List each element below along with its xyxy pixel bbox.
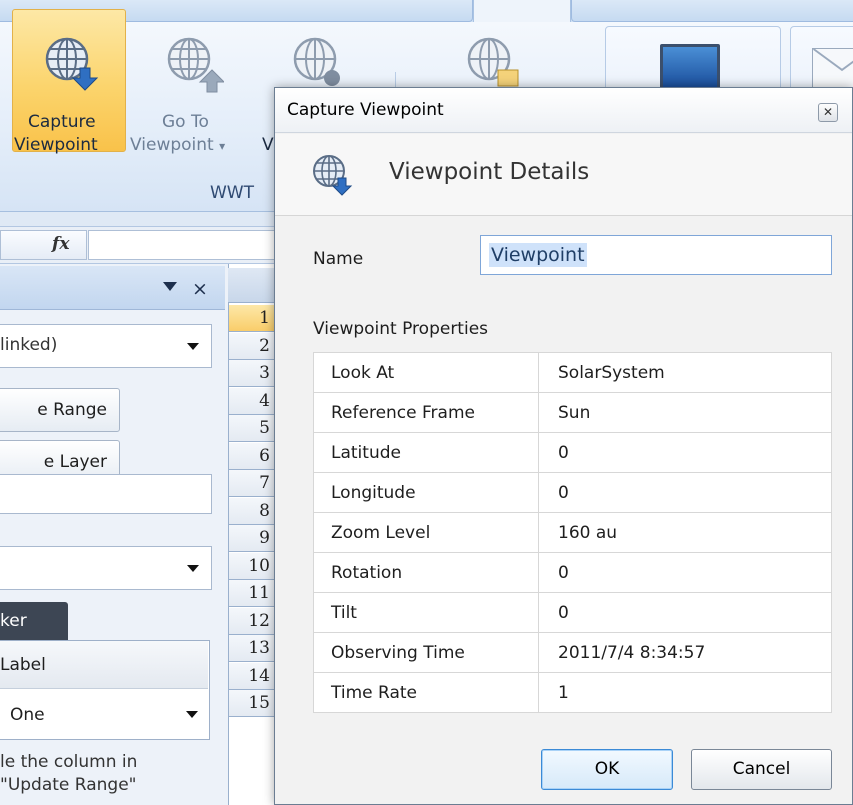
insert-function-icon[interactable]: fx [52,234,69,254]
close-icon[interactable]: × [192,278,208,300]
property-value: 0 [538,472,832,513]
property-value: 160 au [538,512,832,553]
update-range-button[interactable]: e Range [0,388,120,432]
layer-combo[interactable]: linked) [0,324,212,368]
goto-label-line1: Go To [162,112,209,132]
property-value: 0 [538,432,832,473]
table-row: Look At SolarSystem [313,352,832,393]
property-key: Reference Frame [313,392,539,433]
name-input[interactable]: Viewpoint [480,235,832,275]
capture-viewpoint-dialog: Capture Viewpoint ✕ Viewpoint Details Na… [274,87,853,805]
row-header[interactable]: 3 [229,360,275,387]
row-header[interactable]: 15 [229,690,275,717]
property-value: 1 [538,672,832,713]
goto-label-line2: Viewpoint ▾ [130,135,226,155]
globe-goto-icon[interactable] [162,34,224,94]
property-value: SolarSystem [538,352,832,393]
row-header[interactable]: 6 [229,442,275,470]
dropdown-arrow-icon[interactable] [186,711,198,718]
pane-tab-marker[interactable]: ker [0,602,68,640]
table-row: Reference Frame Sun [313,392,832,433]
property-value: 0 [538,592,832,633]
row-header[interactable]: 7 [229,470,275,497]
property-key: Longitude [313,472,539,513]
properties-table: Look At SolarSystem Reference Frame Sun Lati… [313,352,832,713]
table-row: Tilt 0 [313,592,832,633]
row-header[interactable]: 5 [229,415,275,442]
row-header[interactable]: 8 [229,497,275,525]
property-key: Look At [313,352,539,393]
ribbon-group-label: WWT [210,183,255,203]
property-value: 0 [538,552,832,593]
dialog-titlebar[interactable]: Capture Viewpoint ✕ [275,88,852,133]
dialog-header: Viewpoint Details [275,134,852,216]
globe-capture-icon [45,37,99,91]
globe-layer-icon[interactable] [462,34,524,94]
property-key: Time Rate [313,672,539,713]
property-value: 2011/7/4 8:34:57 [538,632,832,673]
dropdown-arrow-icon [187,343,199,350]
cancel-button[interactable]: Cancel [691,749,832,790]
grid-header: Label [0,641,208,689]
hint-text-line1: le the column in [0,752,138,772]
name-box[interactable] [0,230,87,260]
table-row: Longitude 0 [313,472,832,513]
table-row: Rotation 0 [313,552,832,593]
globe-settings-icon[interactable] [288,34,350,94]
property-key: Tilt [313,592,539,633]
row-header[interactable]: 12 [229,607,275,635]
name-input-value: Viewpoint [489,243,587,267]
partial-ribbon-label: V [262,135,274,155]
dialog-title: Capture Viewpoint [287,100,444,120]
property-key: Latitude [313,432,539,473]
ok-button[interactable]: OK [541,749,673,790]
row-header[interactable]: 11 [229,580,275,607]
capture-label-line2: Viewpoint [14,135,98,155]
name-label: Name [313,249,364,269]
close-button[interactable]: ✕ [818,103,838,122]
globe-capture-icon [313,155,353,196]
table-row: Observing Time 2011/7/4 8:34:57 [313,632,832,673]
envelope-icon[interactable] [812,48,853,88]
row-header[interactable]: 14 [229,662,275,690]
row-header[interactable]: 10 [229,552,275,580]
row-header[interactable]: 2 [229,332,275,360]
property-key: Observing Time [313,632,539,673]
row-header[interactable]: 13 [229,635,275,662]
ribbon-tab-inactive-right[interactable] [571,0,853,22]
grid-cell-value[interactable]: One [10,705,45,725]
row-header[interactable]: 4 [229,387,275,415]
mapping-grid: Label One [0,640,210,740]
monitor-icon[interactable] [660,44,720,90]
table-row: Latitude 0 [313,432,832,473]
hint-text-line2: "Update Range" [0,775,137,795]
property-value: Sun [538,392,832,433]
capture-label-line1: Capture [28,112,96,132]
dialog-heading: Viewpoint Details [389,159,590,185]
properties-label: Viewpoint Properties [313,319,489,339]
pane-text-input[interactable] [0,474,212,514]
dropdown-arrow-icon [187,565,199,572]
row-header[interactable]: 9 [229,525,275,552]
property-key: Rotation [313,552,539,593]
pane-combo-2[interactable] [0,546,212,590]
property-key: Zoom Level [313,512,539,553]
pane-options-icon[interactable] [163,282,177,291]
row-header[interactable]: 1 [229,305,275,332]
table-row: Time Rate 1 [313,672,832,713]
table-row: Zoom Level 160 au [313,512,832,553]
